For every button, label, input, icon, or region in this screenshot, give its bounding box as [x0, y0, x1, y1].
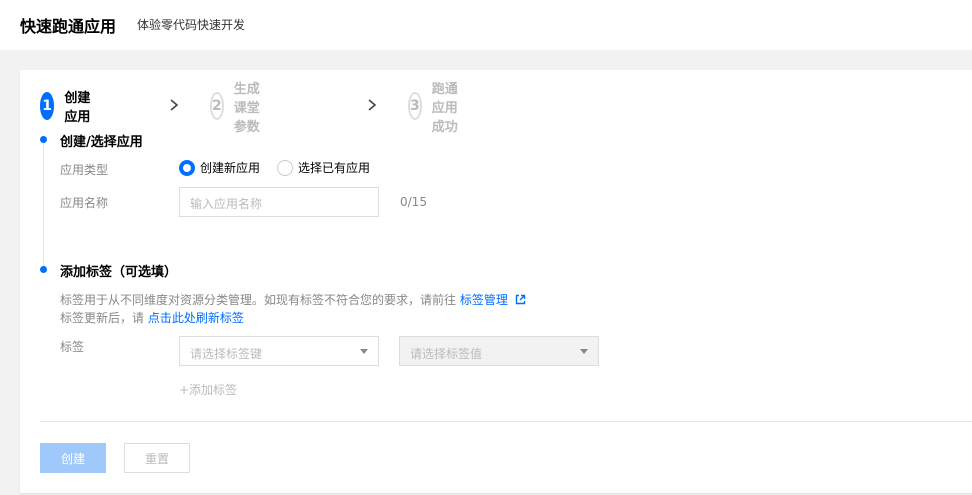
- external-link-icon[interactable]: [515, 294, 526, 305]
- page-title: 快速跑通应用: [20, 17, 117, 36]
- tag-label: 标签: [60, 340, 85, 354]
- reset-button[interactable]: 重置: [124, 443, 190, 473]
- radio-checked-icon: [179, 159, 195, 176]
- radio-create-new[interactable]: 创建新应用: [179, 159, 260, 176]
- step-3-number: 3: [408, 92, 422, 120]
- step-2-number: 2: [210, 92, 224, 120]
- chevron-right-icon: [368, 99, 377, 111]
- caret-down-icon: [580, 349, 588, 354]
- tag-value-select: 请选择标签值: [399, 336, 599, 366]
- tag-manage-link[interactable]: 标签管理: [460, 293, 508, 307]
- timeline-dot: [40, 136, 47, 143]
- tags-description-line1: 标签用于从不同维度对资源分类管理。如现有标签不符合您的要求，请前往 标签管理: [60, 291, 526, 308]
- page-subtitle: 体验零代码快速开发: [137, 18, 246, 32]
- tag-key-select[interactable]: 请选择标签键: [179, 336, 379, 366]
- chevron-right-icon: [170, 99, 179, 111]
- app-name-input[interactable]: 输入应用名称: [179, 187, 379, 217]
- radio-select-existing-label: 选择已有应用: [298, 161, 371, 175]
- app-type-label: 应用类型: [60, 163, 109, 177]
- tags-desc-text: 标签用于从不同维度对资源分类管理。如现有标签不符合您的要求，请前往: [60, 293, 457, 307]
- refresh-tags-link[interactable]: 点击此处刷新标签: [148, 311, 244, 325]
- section-title-tags: 添加标签（可选填）: [60, 265, 178, 280]
- page-header: 快速跑通应用 体验零代码快速开发: [0, 0, 972, 50]
- create-button[interactable]: 创建: [40, 443, 106, 473]
- tags-refresh-text: 标签更新后，请: [60, 311, 145, 325]
- timeline-line: [43, 140, 44, 268]
- radio-select-existing[interactable]: 选择已有应用: [277, 159, 370, 176]
- app-name-label: 应用名称: [60, 196, 109, 210]
- step-2: 2 生成课堂参数: [210, 82, 261, 135]
- step-2-label: 生成课堂参数: [233, 81, 260, 135]
- step-1: 1 创建应用: [40, 91, 91, 125]
- radio-unchecked-icon: [277, 159, 293, 176]
- tag-value-placeholder: 请选择标签值: [410, 347, 483, 361]
- main-card: 1 创建应用 2 生成课堂参数 3 跑通应用成功 创建/选择应用 应用类型 创建…: [20, 70, 972, 493]
- divider: [40, 421, 972, 422]
- step-3-label: 跑通应用成功: [431, 81, 458, 135]
- add-tag-button[interactable]: +添加标签: [179, 381, 237, 398]
- app-name-counter: 0/15: [400, 195, 427, 209]
- tag-key-placeholder: 请选择标签键: [190, 347, 263, 361]
- section-title-app: 创建/选择应用: [60, 135, 143, 150]
- caret-down-icon: [360, 349, 368, 354]
- step-1-label: 创建应用: [64, 91, 91, 125]
- step-1-number: 1: [40, 92, 55, 120]
- tags-description-line2: 标签更新后，请 点击此处刷新标签: [60, 309, 244, 326]
- step-3: 3 跑通应用成功: [408, 82, 459, 135]
- timeline-dot: [40, 266, 47, 273]
- radio-create-new-label: 创建新应用: [200, 161, 261, 175]
